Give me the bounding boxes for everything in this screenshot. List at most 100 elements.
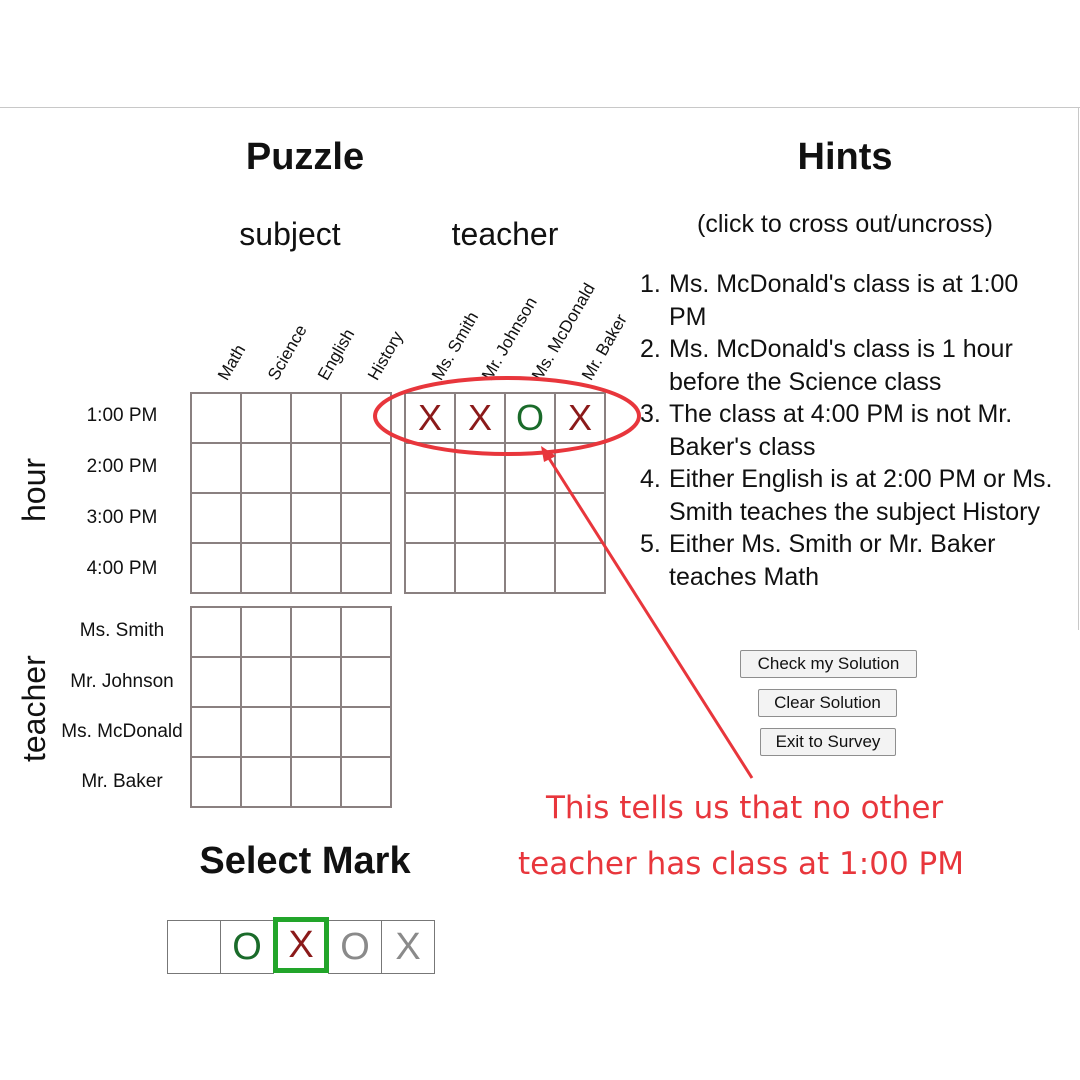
row-label-mr-johnson: Mr. Johnson [70,671,174,692]
mark-option-o[interactable]: O [220,920,274,974]
mark-option-label: X [395,925,421,968]
grid-cell[interactable] [291,757,341,807]
hour-subject-grid [190,392,392,594]
row-label-2pm: 2:00 PM [86,456,158,477]
grid-cell[interactable] [405,443,455,493]
grid-cell[interactable] [555,443,605,493]
row-label-ms-smith: Ms. Smith [79,620,165,641]
grid-cell[interactable] [291,493,341,543]
row-label-1pm: 1:00 PM [86,405,158,426]
grid-cell[interactable] [191,443,241,493]
hint-number: 5. [640,530,661,558]
grid-cell[interactable] [191,543,241,593]
grid-cell[interactable] [455,543,505,593]
mark-option-label: O [232,925,262,968]
mark-option-label: O [340,925,370,968]
grid-cell[interactable] [341,707,391,757]
hint-text: Ms. McDonald's class is 1 hour before th… [669,335,1013,396]
grid-cell[interactable] [341,493,391,543]
hour-group-label: hour [16,457,52,522]
hour-teacher-grid: X X O X [404,392,606,594]
grid-cell[interactable] [555,493,605,543]
col-header-math: Math [214,341,250,384]
mark-option-x-faded[interactable]: X [381,920,435,974]
col-header-ms-smith: Ms. Smith [428,308,483,384]
grid-cell[interactable] [191,393,241,443]
grid-cell[interactable] [191,607,241,657]
mark-palette: O X O X [167,917,435,974]
grid-cell[interactable] [505,543,555,593]
mark-option-o-faded[interactable]: O [328,920,382,974]
grid-cell[interactable] [241,443,291,493]
col-header-science: Science [264,321,311,384]
row-label-mr-baker: Mr. Baker [81,771,163,792]
mark-option-x[interactable]: X [273,917,329,973]
grid-cell[interactable] [291,393,341,443]
col-header-mr-baker: Mr. Baker [578,310,631,384]
grid-cell[interactable] [505,493,555,543]
puzzle-title: Puzzle [245,136,365,178]
mark-option-empty[interactable] [167,920,221,974]
grid-cell[interactable] [555,543,605,593]
hint-number: 3. [640,400,661,428]
hints-subtitle: (click to cross out/uncross) [697,210,993,238]
hint-item[interactable]: 4. Either English is at 2:00 PM or Ms. Sm… [640,463,1060,528]
hint-text: Either Ms. Smith or Mr. Baker teaches Ma… [669,530,996,591]
annotation-text-line1: This tells us that no other [546,790,944,826]
grid-cell[interactable] [341,443,391,493]
hint-text: Ms. McDonald's class is at 1:00 PM [669,270,1019,331]
grid-cell[interactable] [455,493,505,543]
hint-number: 4. [640,465,661,493]
row-label-ms-mcdonald: Ms. McDonald [61,721,183,742]
teacher-subject-grid [190,606,392,808]
grid-cell[interactable] [455,443,505,493]
grid-cell[interactable] [291,443,341,493]
hint-item[interactable]: 5. Either Ms. Smith or Mr. Baker teaches … [640,528,1060,593]
grid-cell[interactable] [505,443,555,493]
grid-cell-1pm-ms-mcdonald[interactable]: O [505,393,555,443]
grid-cell[interactable] [191,707,241,757]
grid-cell-1pm-ms-smith[interactable]: X [405,393,455,443]
hint-number: 2. [640,335,661,363]
grid-cell-1pm-mr-baker[interactable]: X [555,393,605,443]
grid-cell[interactable] [341,657,391,707]
mark-option-label: X [288,923,314,966]
grid-cell[interactable] [291,607,341,657]
grid-cell[interactable] [241,543,291,593]
hint-item[interactable]: 1. Ms. McDonald's class is at 1:00 PM [640,268,1060,333]
teacher-group-label: teacher [451,216,559,252]
grid-cell[interactable] [405,543,455,593]
grid-cell[interactable] [291,657,341,707]
teacher-row-group-label: teacher [16,655,52,762]
grid-cell[interactable] [291,543,341,593]
grid-cell[interactable] [191,757,241,807]
grid-cell[interactable] [191,493,241,543]
subject-group-label: subject [239,216,341,252]
right-divider [1078,108,1079,630]
grid-cell-1pm-mr-johnson[interactable]: X [455,393,505,443]
grid-cell[interactable] [341,607,391,657]
grid-cell[interactable] [241,493,291,543]
grid-cell[interactable] [241,707,291,757]
col-header-english: English [314,325,359,384]
grid-cell[interactable] [405,493,455,543]
grid-cell[interactable] [291,707,341,757]
grid-cell[interactable] [241,657,291,707]
grid-cell[interactable] [341,757,391,807]
grid-cell[interactable] [191,657,241,707]
grid-cell[interactable] [241,607,291,657]
clear-solution-button[interactable]: Clear Solution [758,689,897,717]
hint-item[interactable]: 3. The class at 4:00 PM is not Mr. Baker'… [640,398,1060,463]
exit-to-survey-button[interactable]: Exit to Survey [760,728,896,756]
check-solution-button[interactable]: Check my Solution [740,650,917,678]
top-divider [0,107,1080,108]
grid-cell[interactable] [241,757,291,807]
row-label-3pm: 3:00 PM [86,507,158,528]
row-label-4pm: 4:00 PM [86,558,158,579]
hint-item[interactable]: 2. Ms. McDonald's class is 1 hour before … [640,333,1060,398]
grid-cell[interactable] [341,393,391,443]
grid-cell[interactable] [241,393,291,443]
hint-text: Either English is at 2:00 PM or Ms. Smit… [669,465,1053,526]
hints-list: 1. Ms. McDonald's class is at 1:00 PM 2. M… [640,268,1060,593]
grid-cell[interactable] [341,543,391,593]
